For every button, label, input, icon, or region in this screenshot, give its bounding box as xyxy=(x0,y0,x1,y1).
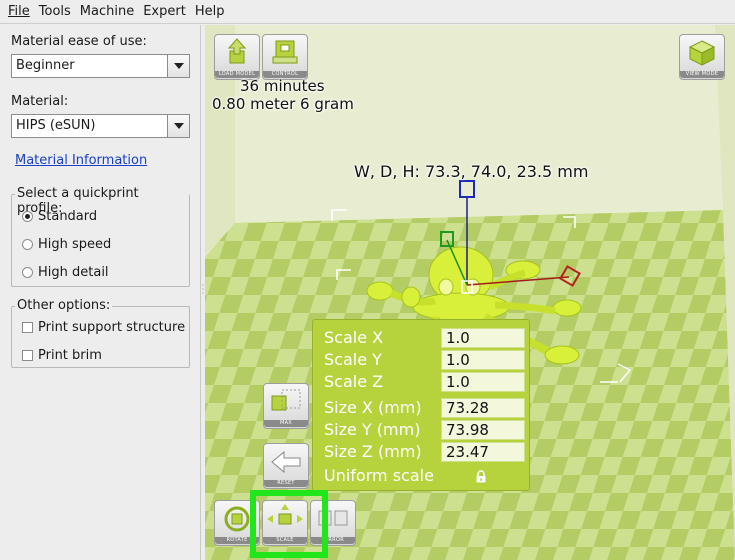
model-dimensions: W, D, H: 73.3, 74.0, 23.5 mm xyxy=(354,162,589,181)
chevron-down-icon[interactable] xyxy=(167,115,189,137)
option-support[interactable]: Print support structure xyxy=(22,320,185,335)
chevron-down-icon[interactable] xyxy=(167,55,189,77)
menu-bar: File Tools Machine Expert Help xyxy=(0,0,735,24)
scale-x-label: Scale X xyxy=(324,328,384,347)
lock-icon[interactable] xyxy=(475,470,487,483)
reset-arrow-icon xyxy=(271,450,301,474)
menu-expert[interactable]: Expert xyxy=(139,0,190,24)
load-icon xyxy=(227,38,247,64)
checkbox[interactable] xyxy=(22,350,33,361)
menu-file-label: File xyxy=(8,3,30,19)
view-mode-caption: VIEW MODE xyxy=(680,71,724,78)
material-label: Material: xyxy=(11,94,69,109)
uniform-scale-label: Uniform scale xyxy=(324,466,434,485)
3d-viewport[interactable]: LOAD MODEL CONTROL VIEW MODE 36 minutes … xyxy=(205,25,735,560)
scale-z-input[interactable]: 1.0 xyxy=(441,372,525,392)
material-select-value: HIPS (eSUN) xyxy=(16,118,96,133)
scale-panel: Scale X 1.0 Scale Y 1.0 Scale Z 1.0 Size… xyxy=(312,319,530,491)
menu-file[interactable]: File xyxy=(4,0,34,24)
quickprint-group: Select a quickprint profile: Standard Hi… xyxy=(11,186,190,287)
print-time: 36 minutes xyxy=(240,77,325,95)
material-info-link[interactable]: Material Information xyxy=(15,153,147,168)
size-x-label: Size X (mm) xyxy=(324,398,422,417)
scale-button-highlight xyxy=(250,490,328,558)
size-z-label: Size Z (mm) xyxy=(324,442,422,461)
reset-caption: RESET xyxy=(264,480,308,487)
ease-select[interactable]: Beginner xyxy=(11,54,190,78)
scale-reset-button[interactable]: RESET xyxy=(263,443,309,489)
radio-button[interactable] xyxy=(22,267,33,278)
other-options-title: Other options: xyxy=(15,298,113,313)
scale-y-label: Scale Y xyxy=(324,350,382,369)
material-select[interactable]: HIPS (eSUN) xyxy=(11,114,190,138)
load-model-button[interactable]: LOAD MODEL xyxy=(214,34,260,80)
view-mode-button[interactable]: VIEW MODE xyxy=(679,34,725,80)
scale-y-input[interactable]: 1.0 xyxy=(441,350,525,370)
option-brim[interactable]: Print brim xyxy=(22,348,102,363)
menu-tools[interactable]: Tools xyxy=(35,0,75,24)
ease-select-value: Beginner xyxy=(16,58,75,73)
print-material: 0.80 meter 6 gram xyxy=(212,95,354,113)
scale-x-input[interactable]: 1.0 xyxy=(441,328,525,348)
maximize-icon xyxy=(271,389,301,411)
option-label: Print support structure xyxy=(38,320,186,335)
printer-icon xyxy=(272,40,298,64)
profile-high-speed[interactable]: High speed xyxy=(22,237,111,252)
menu-machine[interactable]: Machine xyxy=(76,0,138,24)
size-y-input[interactable]: 73.98 xyxy=(441,420,525,440)
control-button[interactable]: CONTROL xyxy=(262,34,308,80)
size-x-input[interactable]: 73.28 xyxy=(441,398,525,418)
menu-help[interactable]: Help xyxy=(191,0,229,24)
checkbox[interactable] xyxy=(22,322,33,333)
settings-panel: Material ease of use: Beginner Material:… xyxy=(0,25,201,560)
profile-standard[interactable]: Standard xyxy=(22,209,97,224)
radio-button[interactable] xyxy=(22,239,33,250)
scale-z-label: Scale Z xyxy=(324,372,384,391)
profile-label: High detail xyxy=(38,265,109,280)
size-z-input[interactable]: 23.47 xyxy=(441,442,525,462)
profile-label: Standard xyxy=(38,209,98,224)
profile-high-detail[interactable]: High detail xyxy=(22,265,109,280)
max-caption: MAX xyxy=(264,420,308,427)
option-label: Print brim xyxy=(38,348,102,363)
other-options-group: Other options: Print support structure P… xyxy=(11,298,190,368)
cube-icon xyxy=(688,40,716,66)
radio-button[interactable] xyxy=(22,211,33,222)
profile-label: High speed xyxy=(38,237,112,252)
scale-max-button[interactable]: MAX xyxy=(263,383,309,429)
ease-label: Material ease of use: xyxy=(11,34,147,49)
size-y-label: Size Y (mm) xyxy=(324,420,421,439)
